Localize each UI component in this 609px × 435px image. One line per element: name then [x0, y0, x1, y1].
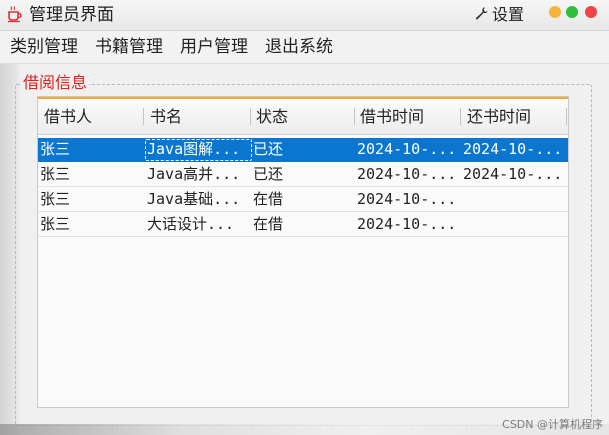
cell-borrower: 张三	[40, 215, 71, 233]
menu-bar: 类别管理 书籍管理 用户管理 退出系统	[0, 31, 609, 64]
borrow-table-scroll-pane[interactable]: 借书人 书名 状态 借书时间 还书时间 张三 Java图解... 已还 2024…	[37, 96, 569, 408]
column-header-return-time[interactable]: 还书时间	[461, 99, 568, 134]
settings-label: 设置	[492, 5, 525, 24]
cell-book-name: Java图解...	[147, 140, 241, 158]
coffee-cup-icon	[8, 6, 22, 23]
menu-exit-system[interactable]: 退出系统	[256, 35, 341, 59]
cell-status: 在借	[253, 215, 284, 233]
menu-book-management[interactable]: 书籍管理	[86, 35, 171, 59]
column-divider	[566, 108, 567, 125]
cell-borrower: 张三	[40, 140, 71, 158]
menu-user-management[interactable]: 用户管理	[171, 35, 256, 59]
cell-borrow-time: 2024-10-...	[357, 215, 457, 233]
watermark: CSDN @计算机程序	[502, 418, 603, 431]
cell-return-time: 2024-10-...	[463, 165, 563, 183]
table-row[interactable]: 张三 Java高并... 已还 2024-10-... 2024-10-...	[38, 163, 568, 187]
table-row[interactable]: 张三 Java图解... 已还 2024-10-... 2024-10-...	[38, 138, 568, 162]
cell-borrow-time: 2024-10-...	[357, 140, 457, 158]
cell-return-time	[461, 188, 568, 211]
cell-book-name: 大话设计...	[147, 215, 235, 233]
column-header-status[interactable]: 状态	[250, 99, 354, 134]
cell-status: 已还	[253, 165, 284, 183]
cell-borrower: 张三	[40, 165, 71, 183]
cell-status: 已还	[253, 140, 284, 158]
column-header-borrow-time[interactable]: 借书时间	[354, 99, 461, 134]
maximize-button[interactable]	[566, 6, 578, 18]
cell-borrower: 张三	[40, 190, 71, 208]
column-header-borrower[interactable]: 借书人	[38, 99, 144, 134]
table-row[interactable]: 张三 Java基础... 在借 2024-10-...	[38, 188, 568, 212]
cell-return-time: 2024-10-...	[463, 140, 563, 158]
close-button[interactable]	[585, 6, 597, 18]
minimize-button[interactable]	[549, 6, 561, 18]
column-header-book-name[interactable]: 书名	[144, 99, 250, 134]
menu-category-management[interactable]: 类别管理	[0, 35, 86, 59]
cell-book-name: Java基础...	[147, 190, 241, 208]
cell-return-time	[461, 213, 568, 236]
table-row[interactable]: 张三 大话设计... 在借 2024-10-...	[38, 213, 568, 237]
cell-borrow-time: 2024-10-...	[357, 165, 457, 183]
title-bar[interactable]: 管理员界面 设置	[0, 0, 609, 31]
cell-book-name: Java高并...	[147, 165, 241, 183]
window-title: 管理员界面	[29, 5, 114, 25]
settings-button[interactable]: 设置	[474, 2, 524, 24]
wrench-icon	[475, 6, 488, 20]
cell-status: 在借	[253, 190, 284, 208]
panel-title: 借阅信息	[21, 73, 90, 93]
table-header: 借书人 书名 状态 借书时间 还书时间	[38, 97, 568, 135]
cell-borrow-time: 2024-10-...	[357, 190, 457, 208]
